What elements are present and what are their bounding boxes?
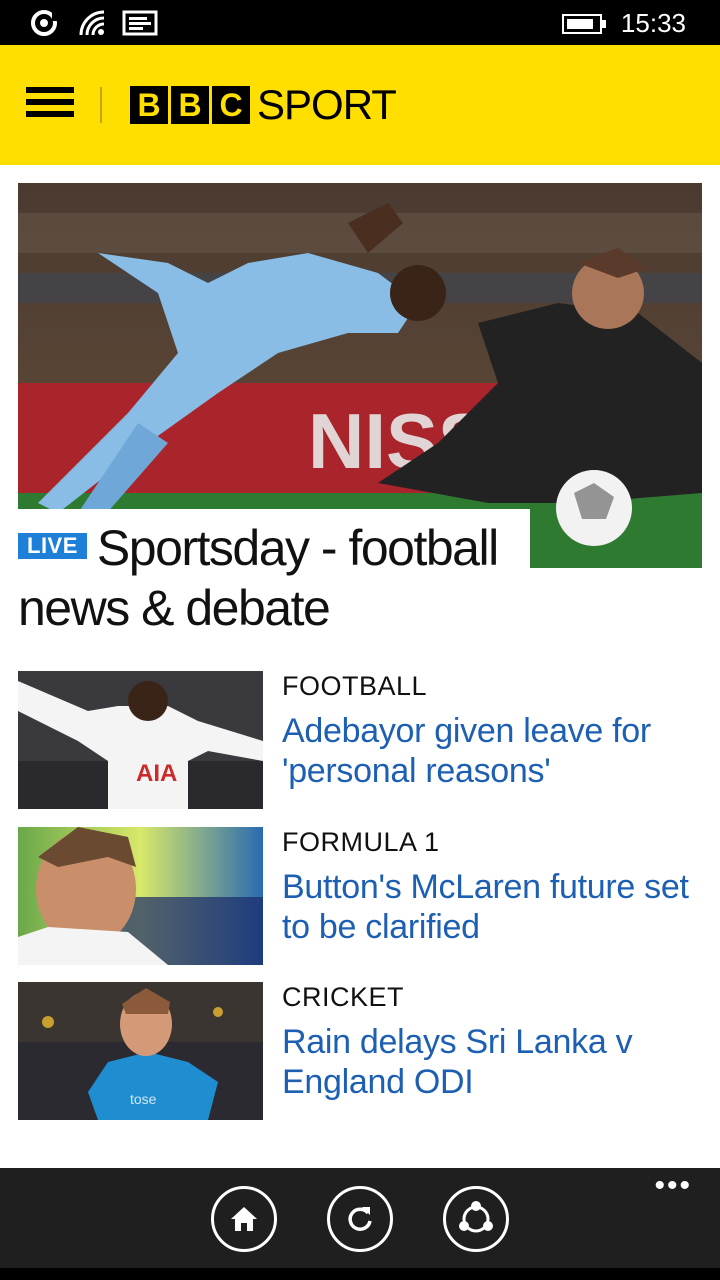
menu-icon[interactable] — [26, 87, 74, 123]
bottom-strip — [0, 1268, 720, 1280]
refresh-icon — [348, 1207, 372, 1231]
wifi-icon — [79, 10, 105, 36]
header-divider — [100, 87, 102, 123]
share-icon — [459, 1201, 493, 1233]
logo-letter: B — [130, 86, 168, 124]
app-bar: ••• — [0, 1168, 720, 1280]
story-thumbnail: tose — [18, 982, 263, 1120]
svg-text:tose: tose — [130, 1091, 157, 1107]
logo-letter: B — [171, 86, 209, 124]
data-sense-icon — [31, 10, 58, 36]
more-options-icon[interactable]: ••• — [654, 1171, 692, 1201]
hero-title-text: Sportsday - football news & debate — [18, 520, 499, 636]
home-button[interactable] — [211, 1186, 277, 1252]
refresh-button[interactable] — [327, 1186, 393, 1252]
story-thumbnail: AIA — [18, 671, 263, 809]
home-icon — [231, 1207, 257, 1231]
story-category: FORMULA 1 — [282, 827, 440, 857]
cricketer-photo: tose — [18, 982, 263, 1120]
app-header: B B C SPORT — [0, 45, 720, 165]
hero-headline[interactable]: LIVE Sportsday - football news & debate — [18, 518, 618, 638]
story-headline[interactable]: Rain delays Sri Lanka v England ODI — [282, 1022, 702, 1102]
share-button[interactable] — [443, 1186, 509, 1252]
story-category: FOOTBALL — [282, 671, 428, 701]
status-time: 15:33 — [620, 8, 686, 38]
story-item[interactable]: FORMULA 1 Button's McLaren future set to… — [18, 827, 708, 965]
driver-photo — [18, 827, 263, 965]
bbc-sport-logo[interactable]: B B C SPORT — [130, 81, 397, 128]
logo-letter: C — [212, 86, 250, 124]
footballer-photo: AIA — [18, 671, 263, 809]
battery-icon — [562, 14, 606, 34]
status-bar: 15:33 — [0, 0, 720, 45]
story-item[interactable]: tose CRICKET Rain delays Sri Lanka v Eng… — [18, 982, 708, 1120]
svg-text:AIA: AIA — [136, 760, 177, 787]
story-category: CRICKET — [282, 982, 405, 1012]
live-badge: LIVE — [18, 533, 87, 559]
story-item[interactable]: AIA FOOTBALL Adebayor given leave for 'p… — [18, 671, 708, 809]
logo-word: SPORT — [257, 81, 397, 128]
message-icon — [122, 10, 158, 36]
story-thumbnail — [18, 827, 263, 965]
story-headline[interactable]: Adebayor given leave for 'personal reaso… — [282, 711, 702, 791]
story-headline[interactable]: Button's McLaren future set to be clarif… — [282, 867, 702, 947]
